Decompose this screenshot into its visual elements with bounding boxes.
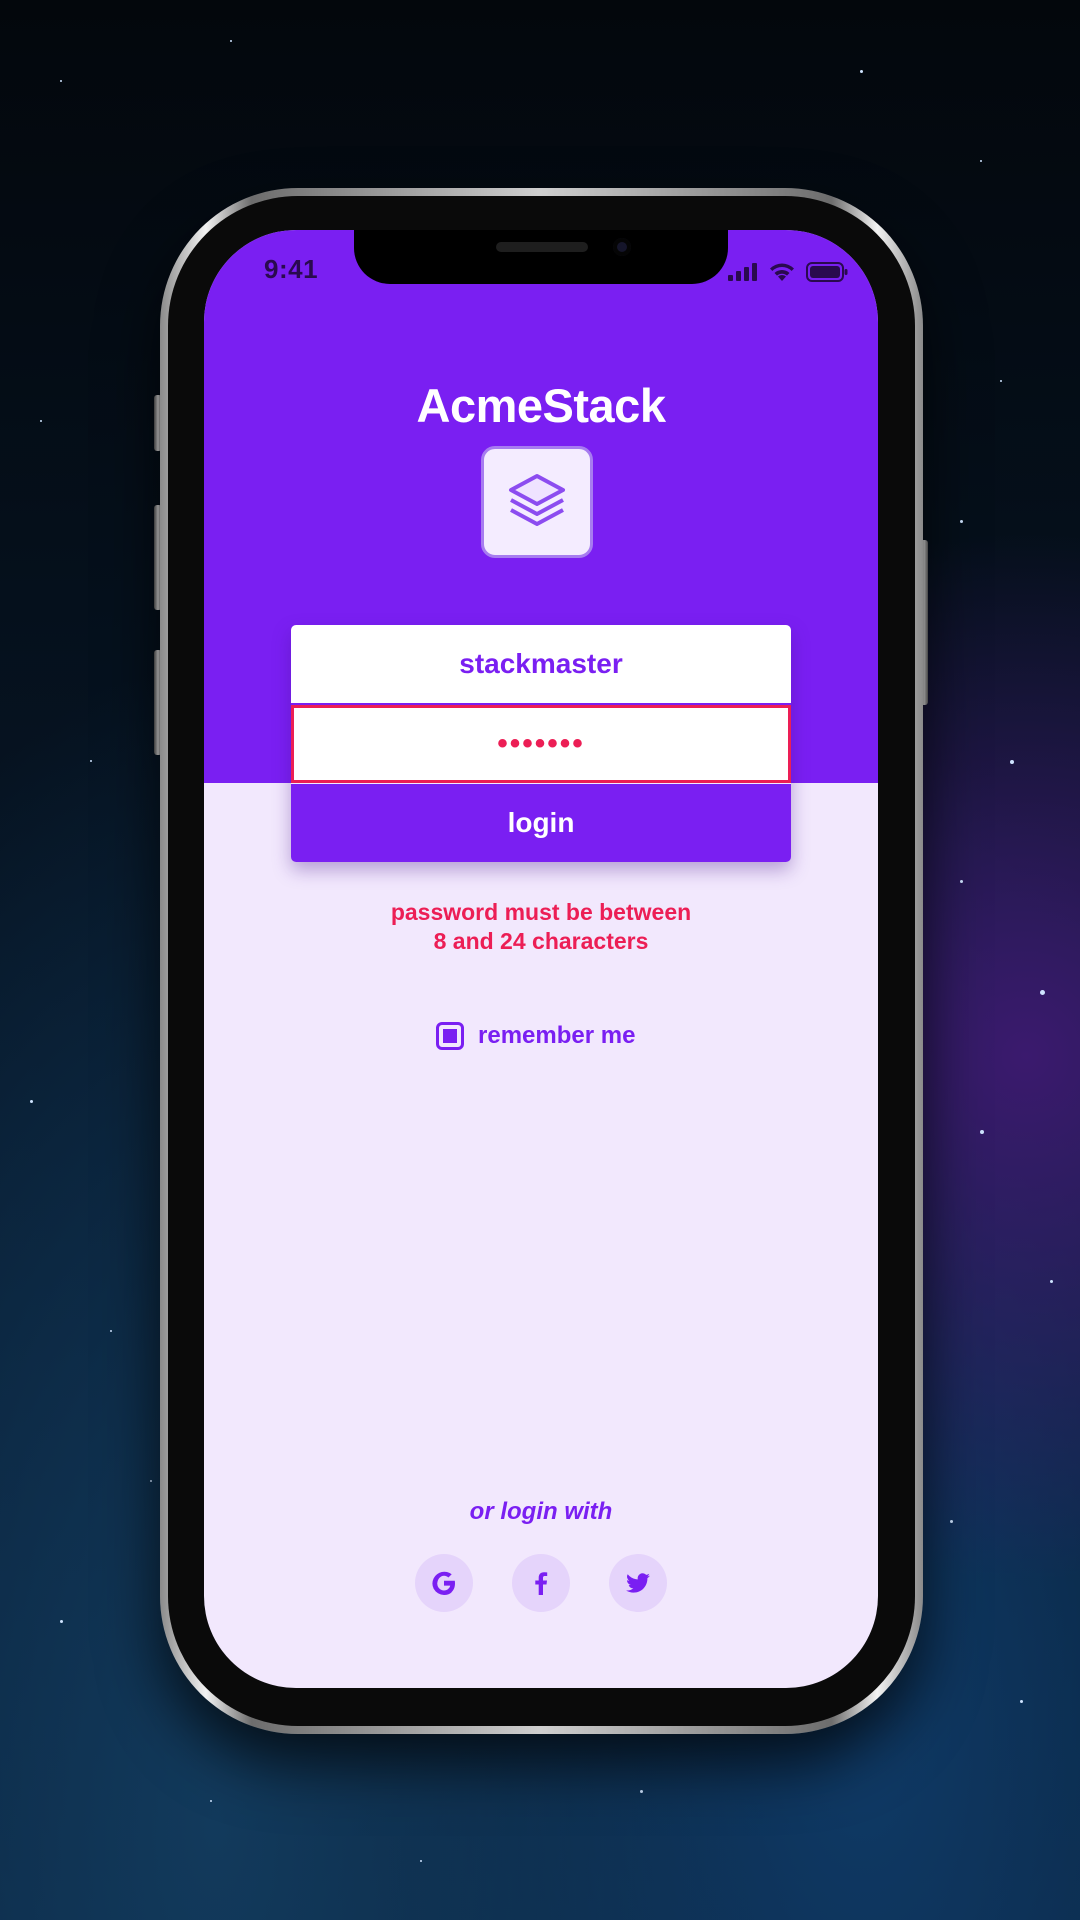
twitter-icon bbox=[626, 1573, 650, 1593]
facebook-icon bbox=[535, 1572, 548, 1595]
status-time: 9:41 bbox=[264, 254, 319, 284]
remember-me-option[interactable]: remember me bbox=[436, 1022, 635, 1050]
stack-layers-icon bbox=[509, 474, 565, 526]
password-error-message: password must be between 8 and 24 charac… bbox=[204, 898, 878, 956]
speaker-grille bbox=[496, 242, 588, 252]
social-login-buttons bbox=[204, 1554, 878, 1612]
google-icon bbox=[432, 1571, 455, 1595]
username-field[interactable]: stackmaster bbox=[291, 625, 791, 703]
facebook-login-button[interactable] bbox=[512, 1554, 570, 1612]
status-icons bbox=[728, 262, 848, 282]
twitter-login-button[interactable] bbox=[609, 1554, 667, 1612]
wifi-icon bbox=[770, 263, 794, 281]
remember-me-checkbox[interactable] bbox=[436, 1022, 464, 1050]
username-value: stackmaster bbox=[459, 648, 623, 679]
app-title: AcmeStack bbox=[416, 379, 666, 432]
error-line-2: 8 and 24 characters bbox=[433, 928, 649, 954]
checkbox-checked-mark bbox=[443, 1029, 457, 1043]
social-login-prompt: or login with bbox=[469, 1498, 613, 1525]
login-button[interactable]: login bbox=[291, 784, 791, 862]
error-line-1: password must be between bbox=[390, 899, 692, 925]
remember-me-label: remember me bbox=[478, 1022, 636, 1049]
phone-notch bbox=[354, 230, 728, 284]
login-form: stackmaster ••••••• login bbox=[291, 625, 791, 862]
password-value: ••••••• bbox=[497, 727, 585, 760]
password-field[interactable]: ••••••• bbox=[291, 705, 791, 783]
login-button-label: login bbox=[507, 807, 575, 838]
battery-icon bbox=[806, 262, 848, 282]
front-camera bbox=[613, 238, 631, 256]
google-login-button[interactable] bbox=[415, 1554, 473, 1612]
phone-screen: 9:41 AcmeStack stackmaster ••••••• login… bbox=[204, 230, 878, 1688]
cellular-signal-icon bbox=[728, 263, 757, 281]
app-logo bbox=[481, 446, 593, 558]
